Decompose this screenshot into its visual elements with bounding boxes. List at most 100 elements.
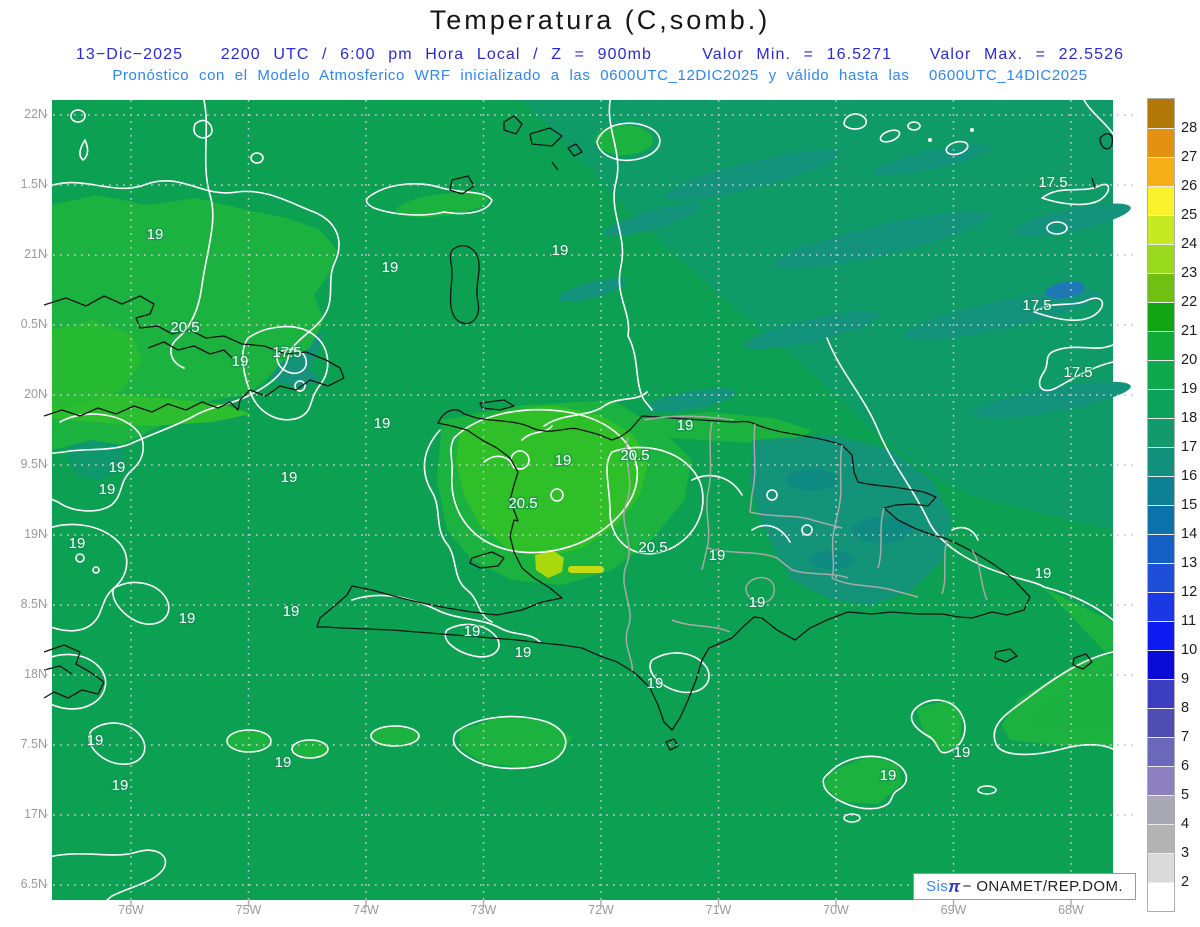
lat-tick-label: 6.5N bbox=[20, 877, 47, 891]
colorbar-segment bbox=[1148, 737, 1174, 766]
colorbar-tick-label: 3 bbox=[1181, 845, 1190, 861]
colorbar-tick-label: 9 bbox=[1181, 671, 1190, 687]
sispi-pi-symbol: π bbox=[948, 876, 961, 896]
contour-label: 20.5 bbox=[170, 319, 199, 336]
contour-label: 19 bbox=[880, 767, 897, 784]
contour-label: 19 bbox=[464, 623, 481, 640]
colorbar-segment bbox=[1148, 505, 1174, 534]
contour-label: 20.5 bbox=[638, 539, 667, 556]
colorbar-tick-label: 24 bbox=[1181, 236, 1198, 252]
colorbar-segment bbox=[1148, 882, 1174, 911]
colorbar-tick-label: 11 bbox=[1181, 613, 1197, 629]
yellow-sliver bbox=[568, 566, 604, 573]
lat-tick-label: 17N bbox=[24, 807, 47, 821]
colorbar-segment bbox=[1148, 302, 1174, 331]
colorbar-segment bbox=[1148, 360, 1174, 389]
subtitle-valid-time: 13−Dic−2025 2200 UTC / 6:00 pm Hora Loca… bbox=[75, 46, 1125, 63]
contour-label: 19 bbox=[179, 610, 196, 627]
lat-tick-label: 9.5N bbox=[20, 457, 47, 471]
colorbar-tick-label: 8 bbox=[1181, 700, 1190, 716]
lat-tick-label: 18N bbox=[24, 667, 47, 681]
colorbar-segment bbox=[1148, 157, 1174, 186]
lon-tick-label: 72W bbox=[588, 903, 614, 917]
colorbar-tick-label: 12 bbox=[1181, 584, 1198, 600]
colorbar-tick-label: 2 bbox=[1181, 874, 1190, 890]
lon-tick-label: 70W bbox=[823, 903, 849, 917]
credit-text: − ONAMET/REP.DOM. bbox=[962, 878, 1123, 895]
lat-tick-label: 0.5N bbox=[20, 317, 47, 331]
colorbar-segment bbox=[1148, 186, 1174, 215]
colorbar-segment bbox=[1148, 650, 1174, 679]
contour-label: 19 bbox=[147, 226, 164, 243]
contour-label: 17.5 bbox=[272, 344, 301, 361]
colorbar-tick-label: 15 bbox=[1181, 497, 1198, 513]
contour-label: 19 bbox=[232, 353, 249, 370]
colorbar-tick-label: 7 bbox=[1181, 729, 1190, 745]
contour-label: 19 bbox=[749, 594, 766, 611]
colorbar-tick-label: 13 bbox=[1181, 555, 1198, 571]
topcenter-light-blob bbox=[595, 125, 653, 155]
colorbar-tick-label: 27 bbox=[1181, 149, 1198, 165]
contour-label: 19 bbox=[555, 452, 572, 469]
lat-tick-label: 19N bbox=[24, 527, 47, 541]
colorbar-tick-label: 5 bbox=[1181, 787, 1190, 803]
contour-label: 19 bbox=[109, 459, 126, 476]
lon-tick-label: 69W bbox=[940, 903, 967, 917]
contour-label: 19 bbox=[69, 535, 86, 552]
colorbar-tick-label: 10 bbox=[1181, 642, 1198, 658]
colorbar-segment bbox=[1148, 679, 1174, 708]
lat-tick-label: 22N bbox=[24, 107, 47, 121]
weather-map-page: Temperatura (C,somb.) 13−Dic−2025 2200 U… bbox=[0, 0, 1200, 927]
contour-label: 19 bbox=[374, 415, 391, 432]
colorbar bbox=[1147, 98, 1175, 912]
contour-label: 19 bbox=[99, 481, 116, 498]
contour-label: 19 bbox=[552, 242, 569, 259]
page-title: Temperatura (C,somb.) bbox=[429, 5, 771, 35]
lon-tick-label: 68W bbox=[1058, 903, 1084, 917]
contour-label: 17.5 bbox=[1022, 297, 1051, 314]
contour-label: 19 bbox=[382, 259, 399, 276]
colorbar-segment bbox=[1148, 534, 1174, 563]
colorbar-tick-label: 23 bbox=[1181, 265, 1198, 281]
colorbar-segment bbox=[1148, 331, 1174, 360]
lat-tick-label: 8.5N bbox=[20, 597, 47, 611]
colorbar-segment bbox=[1148, 708, 1174, 737]
colorbar-segment bbox=[1148, 99, 1174, 128]
colorbar-tick-label: 6 bbox=[1181, 758, 1190, 774]
contour-label: 19 bbox=[281, 469, 298, 486]
lon-tick-label: 76W bbox=[118, 903, 144, 917]
colorbar-tick-label: 4 bbox=[1181, 816, 1190, 832]
temperature-map: 19 19 19 20.5 19 17.5 19 19 19 19 17.5 17.5 17.5 19 20… bbox=[43, 91, 1134, 907]
lat-tick-label: 20N bbox=[24, 387, 47, 401]
colorbar-segment bbox=[1148, 795, 1174, 824]
credit-box: Sis π − ONAMET/REP.DOM. bbox=[913, 873, 1136, 900]
colorbar-tick-label: 25 bbox=[1181, 207, 1198, 223]
contour-label: 19 bbox=[283, 603, 300, 620]
colorbar-tick-label: 17 bbox=[1181, 439, 1198, 455]
contour-label: 19 bbox=[275, 754, 292, 771]
lon-tick-label: 74W bbox=[353, 903, 379, 917]
contour-label: 20.5 bbox=[620, 447, 649, 464]
colorbar-tick-label: 14 bbox=[1181, 526, 1198, 542]
colorbar-tick-label: 20 bbox=[1181, 352, 1198, 368]
contour-label: 20.5 bbox=[508, 495, 537, 512]
contour-label: 19 bbox=[954, 744, 971, 761]
lat-tick-label: 1.5N bbox=[20, 177, 47, 191]
contour-label: 19 bbox=[647, 675, 664, 692]
contour-label: 19 bbox=[515, 644, 532, 661]
contour-label: 17.5 bbox=[1063, 364, 1092, 381]
colorbar-segment bbox=[1148, 766, 1174, 795]
colorbar-tick-label: 21 bbox=[1181, 323, 1198, 339]
lat-tick-label: 21N bbox=[24, 247, 47, 261]
colorbar-segment bbox=[1148, 273, 1174, 302]
subtitle-model-info: Pronóstico con el Modelo Atmosferico WRF… bbox=[112, 67, 1088, 84]
lon-tick-label: 73W bbox=[470, 903, 497, 917]
contour-label: 19 bbox=[112, 777, 129, 794]
colorbar-tick-label: 18 bbox=[1181, 410, 1198, 426]
colorbar-tick-label: 22 bbox=[1181, 294, 1198, 310]
colorbar-segment bbox=[1148, 592, 1174, 621]
colorbar-segment bbox=[1148, 563, 1174, 592]
colorbar-segment bbox=[1148, 853, 1174, 882]
colorbar-segment bbox=[1148, 128, 1174, 157]
colorbar-segment bbox=[1148, 447, 1174, 476]
